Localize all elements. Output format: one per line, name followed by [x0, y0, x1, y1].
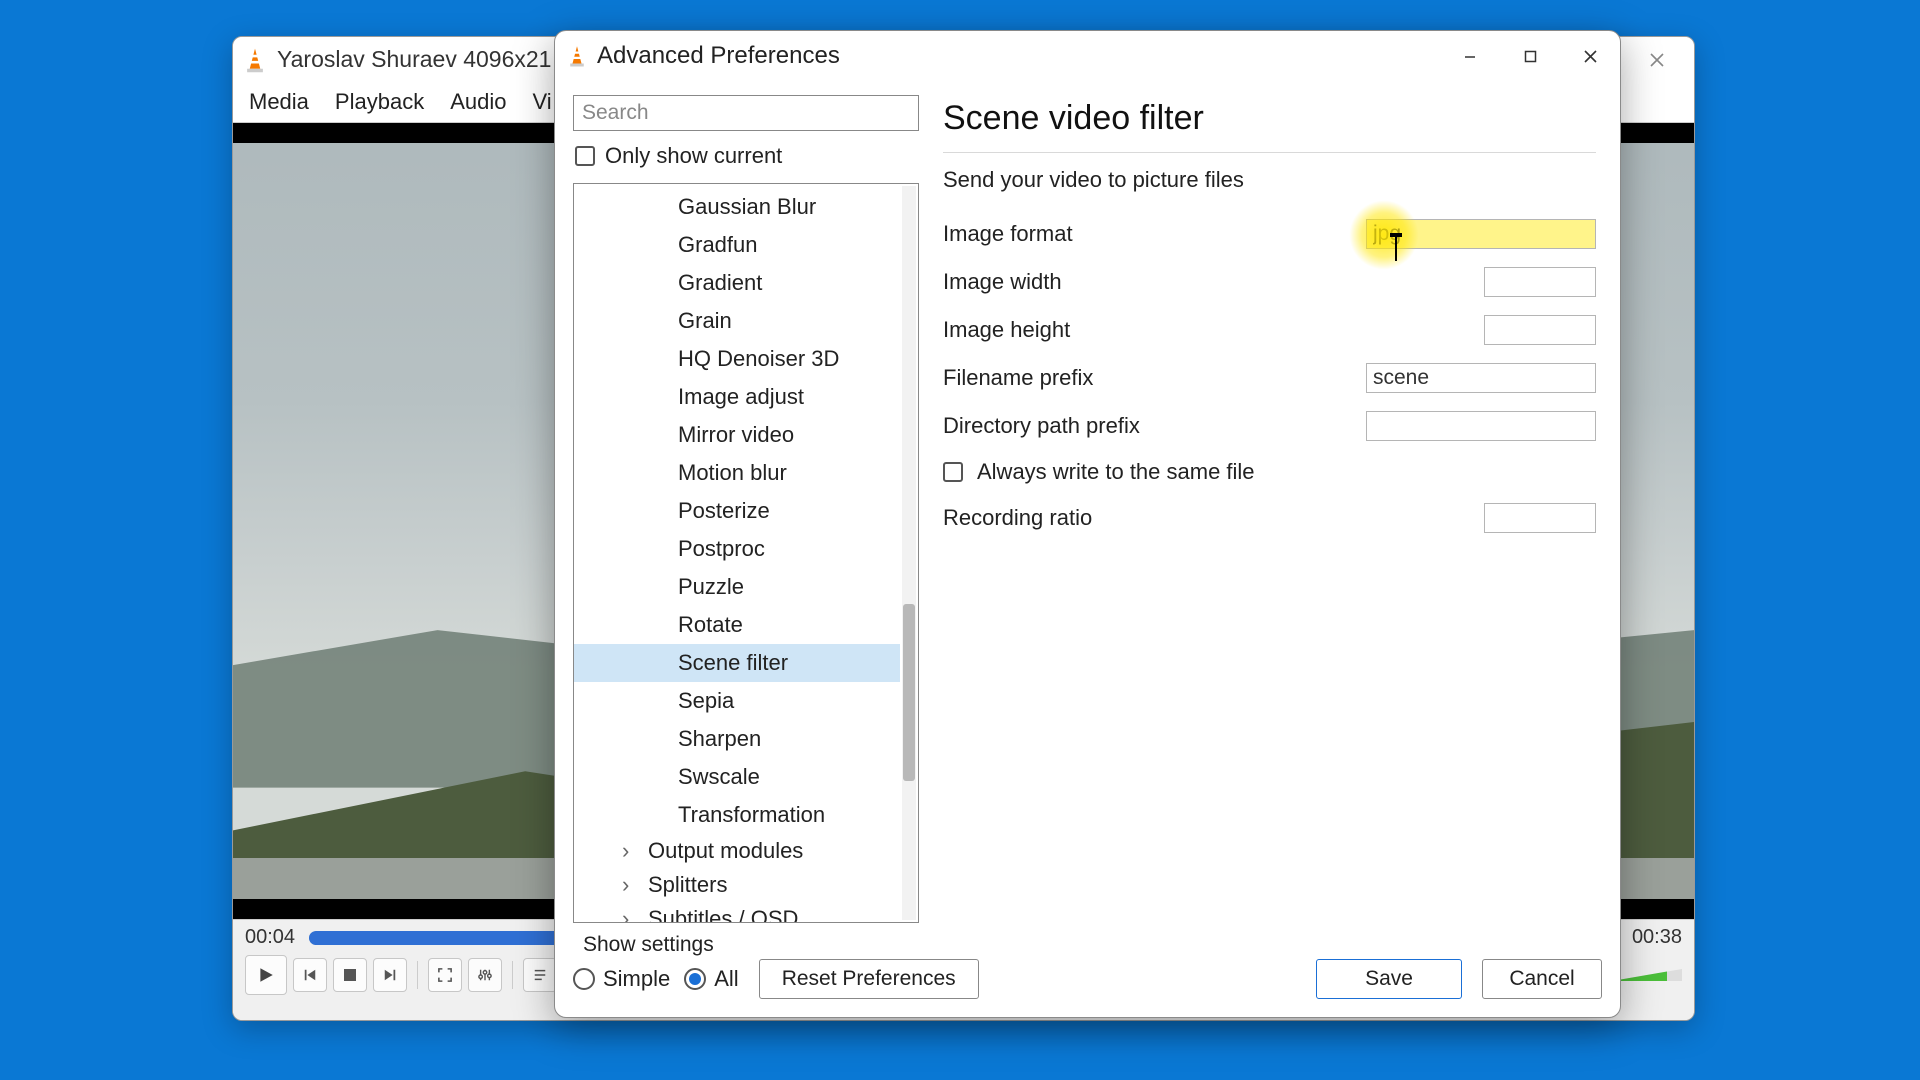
checkbox-icon: [943, 462, 963, 482]
always-same-file-label: Always write to the same file: [977, 459, 1255, 485]
ext-settings-button[interactable]: [468, 958, 502, 992]
tree-parent-item[interactable]: ›Output modules: [574, 834, 900, 868]
tree-item[interactable]: Posterize: [574, 492, 900, 530]
dialog-title: Advanced Preferences: [597, 42, 1440, 70]
scrollbar-thumb[interactable]: [903, 604, 915, 780]
dialog-footer: Show settings Simple All Reset Preferenc…: [555, 923, 1620, 1017]
tree-scrollbar[interactable]: [902, 186, 916, 920]
dialog-close-button[interactable]: [1560, 31, 1620, 81]
image-format-label: Image format: [943, 221, 1366, 247]
play-button[interactable]: [245, 955, 287, 995]
tree-item[interactable]: Rotate: [574, 606, 900, 644]
only-show-current-checkbox[interactable]: Only show current: [575, 143, 919, 169]
vlc-cone-icon: [241, 46, 269, 74]
time-elapsed: 00:04: [245, 926, 295, 949]
vlc-cone-icon: [565, 44, 589, 68]
directory-prefix-label: Directory path prefix: [943, 413, 1366, 439]
vlc-close-button[interactable]: [1628, 37, 1686, 82]
tree-item[interactable]: Motion blur: [574, 454, 900, 492]
radio-simple[interactable]: Simple: [573, 966, 670, 992]
menu-audio[interactable]: Audio: [450, 89, 506, 115]
recording-ratio-label: Recording ratio: [943, 505, 1484, 531]
chevron-right-icon: ›: [622, 838, 640, 864]
tree-item[interactable]: Swscale: [574, 758, 900, 796]
radio-icon: [573, 968, 595, 990]
filename-prefix-input[interactable]: [1366, 363, 1596, 393]
recording-ratio-spinner[interactable]: ▲▼: [1484, 503, 1596, 533]
chevron-right-icon: ›: [622, 906, 640, 922]
directory-prefix-input[interactable]: [1366, 411, 1596, 441]
next-button[interactable]: [373, 958, 407, 992]
tree-item[interactable]: Postproc: [574, 530, 900, 568]
always-same-file-checkbox[interactable]: Always write to the same file: [943, 459, 1596, 485]
volume-slider[interactable]: [1612, 967, 1682, 983]
menu-media[interactable]: Media: [249, 89, 309, 115]
tree-item[interactable]: Sepia: [574, 682, 900, 720]
dialog-titlebar: Advanced Preferences: [555, 31, 1620, 81]
tree-item[interactable]: Scene filter: [574, 644, 900, 682]
tree-item[interactable]: HQ Denoiser 3D: [574, 340, 900, 378]
fullscreen-button[interactable]: [428, 958, 462, 992]
time-total: 00:38: [1632, 926, 1682, 949]
stop-button[interactable]: [333, 958, 367, 992]
tree-item[interactable]: Gradfun: [574, 226, 900, 264]
tree-parent-item[interactable]: ›Subtitles / OSD: [574, 902, 900, 922]
preferences-tree: Gaussian BlurGradfunGradientGrainHQ Deno…: [573, 183, 919, 923]
advanced-preferences-dialog: Advanced Preferences Only show current G…: [554, 30, 1621, 1018]
tree-parent-item[interactable]: ›Splitters: [574, 868, 900, 902]
save-button[interactable]: Save: [1316, 959, 1462, 999]
playlist-button[interactable]: [523, 958, 557, 992]
image-height-input[interactable]: [1485, 318, 1621, 342]
chevron-right-icon: ›: [622, 872, 640, 898]
tree-item[interactable]: Gradient: [574, 264, 900, 302]
settings-subtitle: Send your video to picture files: [943, 167, 1596, 193]
show-settings-label: Show settings: [583, 933, 1602, 957]
dialog-maximize-button[interactable]: [1500, 31, 1560, 81]
radio-all[interactable]: All: [684, 966, 738, 992]
tree-item[interactable]: Puzzle: [574, 568, 900, 606]
reset-preferences-button[interactable]: Reset Preferences: [759, 959, 979, 999]
tree-item[interactable]: Mirror video: [574, 416, 900, 454]
radio-icon: [684, 968, 706, 990]
settings-heading: Scene video filter: [943, 99, 1596, 138]
tree-item[interactable]: Gaussian Blur: [574, 188, 900, 226]
menu-playback[interactable]: Playback: [335, 89, 424, 115]
tree-item[interactable]: Sharpen: [574, 720, 900, 758]
cancel-button[interactable]: Cancel: [1482, 959, 1602, 999]
image-height-label: Image height: [943, 317, 1484, 343]
filename-prefix-label: Filename prefix: [943, 365, 1366, 391]
preferences-search-input[interactable]: [573, 95, 919, 131]
only-show-current-label: Only show current: [605, 143, 782, 169]
divider: [943, 152, 1596, 153]
checkbox-icon: [575, 146, 595, 166]
recording-ratio-input[interactable]: [1485, 506, 1621, 530]
tree-item[interactable]: Image adjust: [574, 378, 900, 416]
image-width-input[interactable]: [1485, 270, 1621, 294]
menu-video[interactable]: Vi: [532, 89, 551, 115]
image-width-label: Image width: [943, 269, 1484, 295]
tree-item[interactable]: Grain: [574, 302, 900, 340]
tree-item[interactable]: Transformation: [574, 796, 900, 834]
image-width-spinner[interactable]: ▲▼: [1484, 267, 1596, 297]
prev-button[interactable]: [293, 958, 327, 992]
dialog-minimize-button[interactable]: [1440, 31, 1500, 81]
image-height-spinner[interactable]: ▲▼: [1484, 315, 1596, 345]
